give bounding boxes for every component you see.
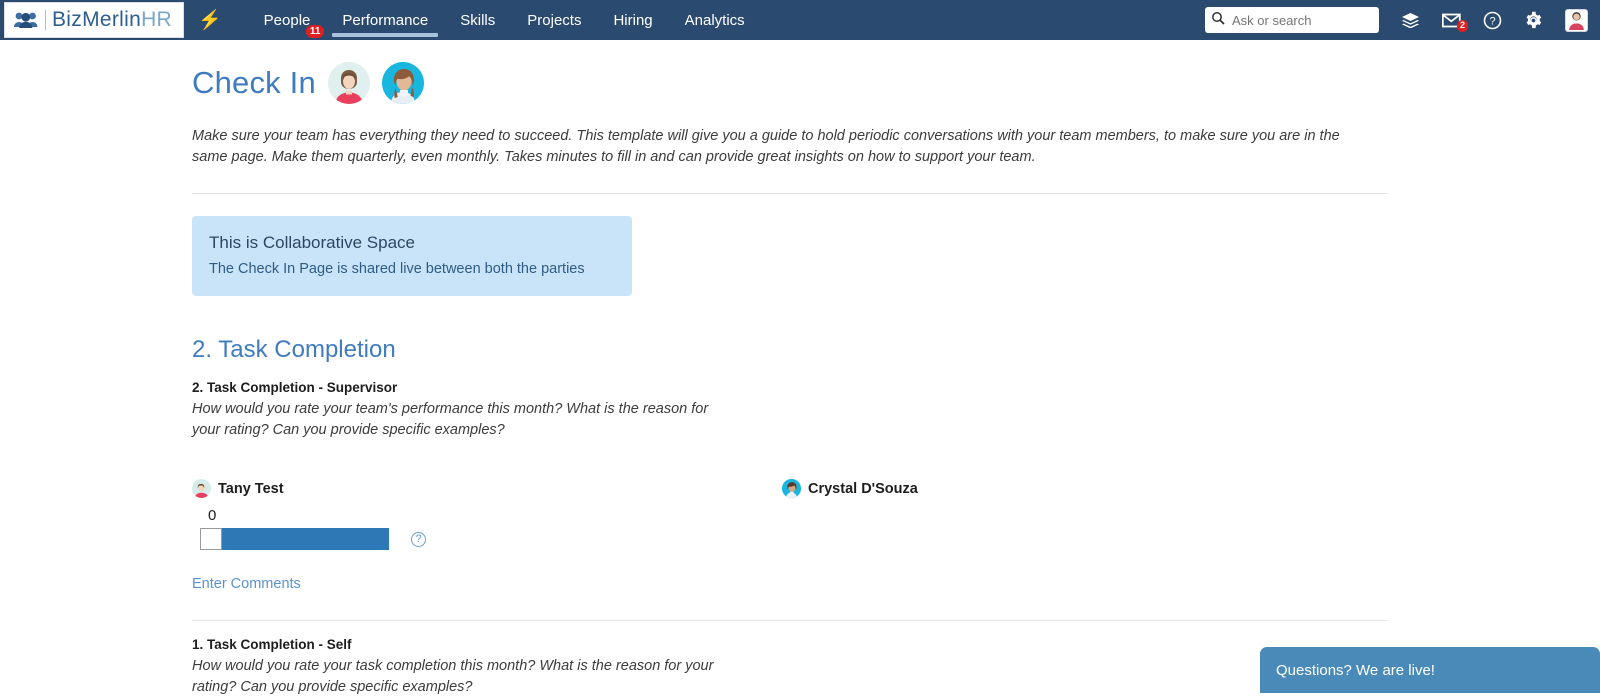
nav-label-skills: Skills <box>460 12 495 29</box>
question-text-self: How would you rate your task completion … <box>192 656 737 698</box>
page-description: Make sure your team has everything they … <box>192 126 1372 168</box>
section-divider-top <box>192 193 1387 194</box>
slider-help-icon[interactable]: ? <box>411 532 426 547</box>
layers-icon[interactable] <box>1401 12 1420 28</box>
collaborative-space-callout: This is Collaborative Space The Check In… <box>192 216 632 296</box>
participant-left-avatar <box>192 479 211 498</box>
search-input[interactable] <box>1230 12 1370 29</box>
slider-track-fill[interactable] <box>222 528 389 550</box>
participants-row: Tany Test Crystal D'Souza <box>192 479 1387 498</box>
logo-divider <box>45 10 46 30</box>
participant-left-name: Tany Test <box>218 481 284 497</box>
svg-text:?: ? <box>1489 15 1495 27</box>
nav-item-performance[interactable]: Performance <box>326 0 444 40</box>
search-box[interactable] <box>1205 7 1379 33</box>
people-icon <box>13 11 39 29</box>
rating-slider-group: 0 ? <box>200 507 1387 550</box>
nav-badge-people: 11 <box>306 25 325 38</box>
participant-right-name: Crystal D'Souza <box>808 481 918 497</box>
help-circle-icon[interactable]: ? <box>1483 11 1502 30</box>
slider-row: ? <box>200 528 1387 550</box>
app-logo[interactable]: BizMerlinHR <box>4 2 184 38</box>
participant-right: Crystal D'Souza <box>782 479 918 498</box>
nav-label-people: People <box>264 12 311 29</box>
top-navigation-bar: BizMerlinHR ⚡ People 11 Performance Skil… <box>0 0 1600 40</box>
page-body: Check In <box>0 40 1600 698</box>
nav-label-analytics: Analytics <box>685 12 745 29</box>
section-heading: 2. Task Completion <box>192 336 1387 364</box>
user-avatar[interactable] <box>1565 9 1588 32</box>
nav-item-hiring[interactable]: Hiring <box>597 0 668 40</box>
participant-avatar-2[interactable] <box>382 62 424 104</box>
callout-subtitle: The Check In Page is shared live between… <box>209 261 615 277</box>
live-chat-widget[interactable]: Questions? We are live! <box>1260 647 1600 693</box>
rating-slider[interactable] <box>200 528 389 550</box>
live-chat-label: Questions? We are live! <box>1276 662 1435 679</box>
nav-item-people[interactable]: People 11 <box>248 0 327 40</box>
main-nav-items: People 11 Performance Skills Projects Hi… <box>248 0 761 40</box>
question-title-supervisor: 2. Task Completion - Supervisor <box>192 380 1387 395</box>
mail-badge-count: 2 <box>1457 20 1468 32</box>
nav-right-tools: 2 ? <box>1205 0 1600 40</box>
section-divider-bottom <box>192 620 1387 621</box>
page-title: Check In <box>192 65 316 101</box>
mail-icon[interactable]: 2 <box>1442 13 1461 28</box>
nav-label-hiring: Hiring <box>613 12 652 29</box>
logo-text: BizMerlinHR <box>52 8 172 32</box>
participant-left: Tany Test <box>192 479 782 498</box>
page-content: Check In <box>192 62 1387 698</box>
callout-title: This is Collaborative Space <box>209 233 615 253</box>
participant-avatar-1[interactable] <box>328 62 370 104</box>
slider-handle[interactable] <box>200 528 222 550</box>
logo-suffix: HR <box>141 8 172 31</box>
nav-label-projects: Projects <box>527 12 581 29</box>
question-title-self: 1. Task Completion - Self <box>192 637 1387 652</box>
page-title-row: Check In <box>192 62 1387 104</box>
logo-name: BizMerlin <box>52 8 141 31</box>
nav-label-performance: Performance <box>342 12 428 29</box>
gear-icon[interactable] <box>1524 11 1543 30</box>
lightning-bolt-icon[interactable]: ⚡ <box>198 11 222 30</box>
nav-item-skills[interactable]: Skills <box>444 0 511 40</box>
search-icon <box>1211 11 1225 30</box>
nav-item-analytics[interactable]: Analytics <box>669 0 761 40</box>
question-text-supervisor: How would you rate your team's performan… <box>192 399 737 441</box>
slider-value-label: 0 <box>208 507 1387 524</box>
nav-item-projects[interactable]: Projects <box>511 0 597 40</box>
participant-right-avatar <box>782 479 801 498</box>
enter-comments-link[interactable]: Enter Comments <box>192 576 1387 592</box>
